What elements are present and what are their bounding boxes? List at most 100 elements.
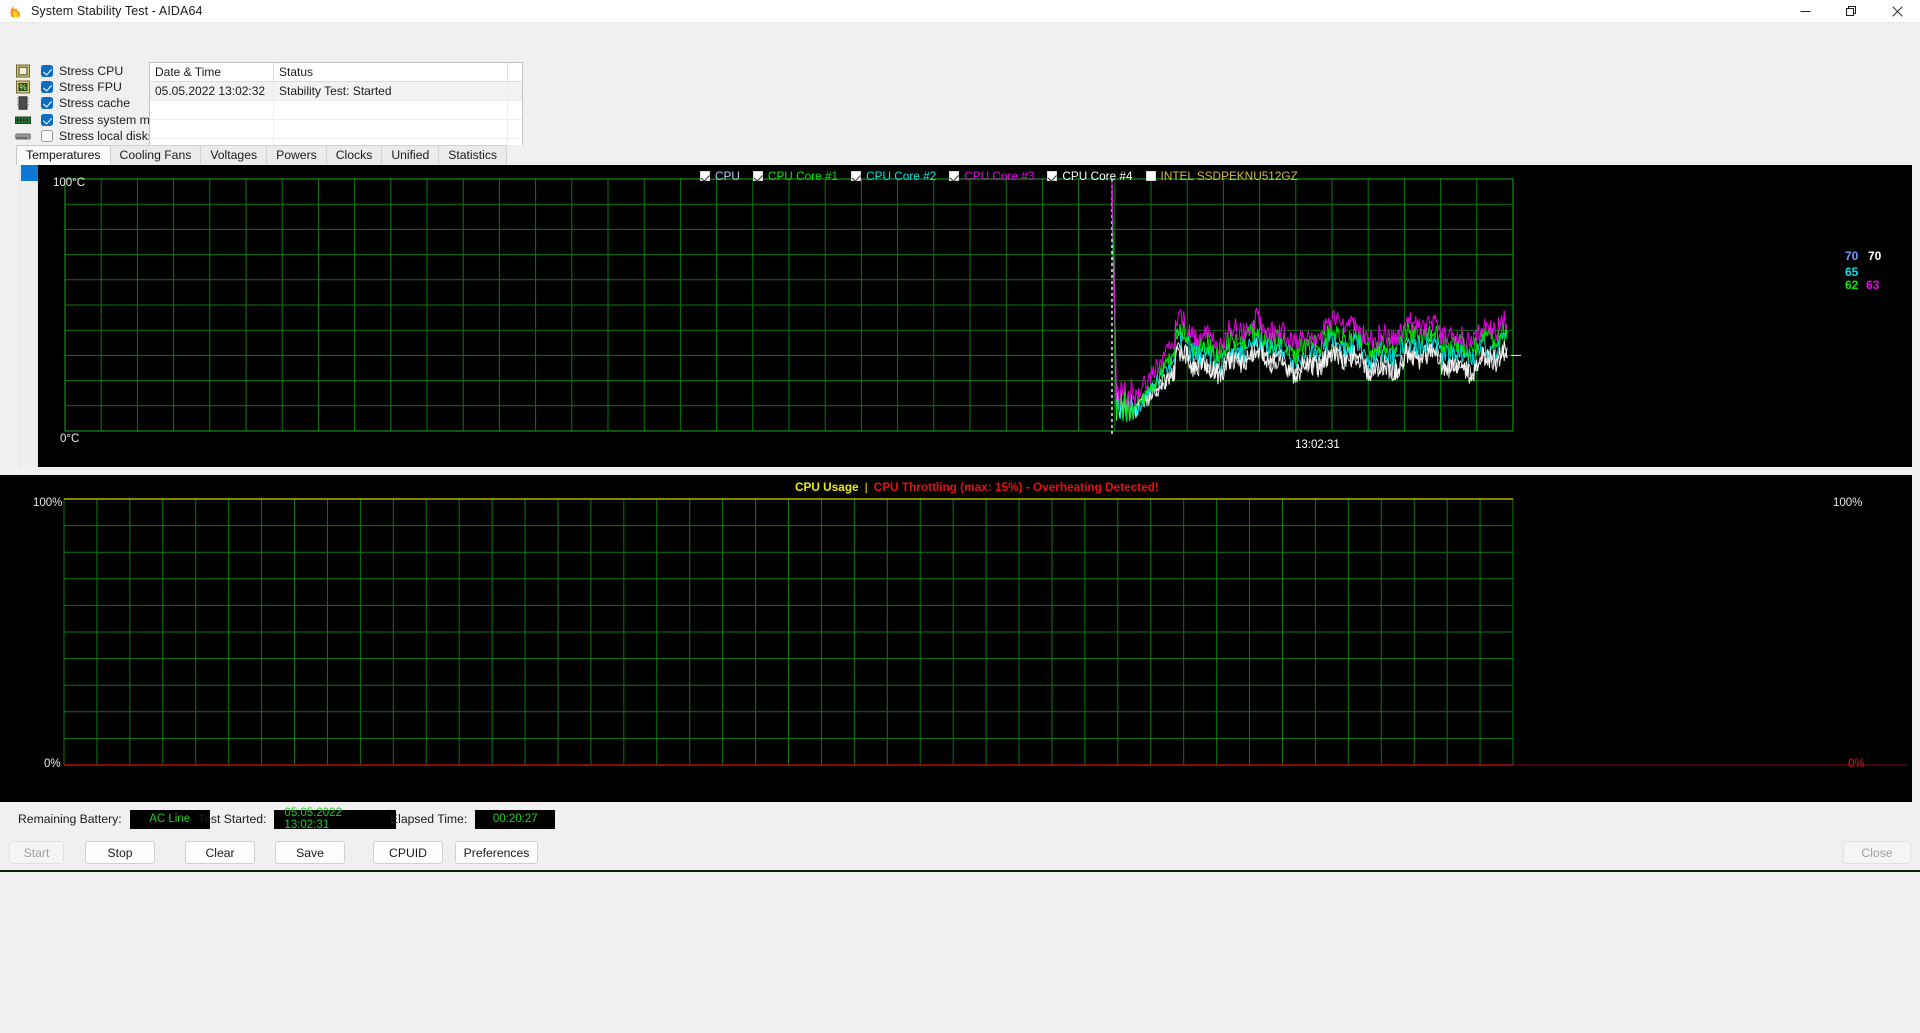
log-datetime-cell [150,101,274,120]
cache-chip-icon [15,96,31,111]
fpu-chip-icon: % [15,80,31,94]
usage-axis-top-right: 100% [1833,497,1863,509]
status-label: Test Started: [198,812,267,826]
legend-label: CPU Core #3 [964,169,1035,183]
log-status-cell [274,101,508,120]
minimize-button[interactable] [1782,0,1828,23]
cpu-usage-chart: CPU Usage | CPU Throttling (max: 15%) - … [0,475,1912,802]
temperature-value-label: 62 [1845,278,1859,292]
legend-label: CPU Core #2 [866,169,937,183]
log-status-cell: Stability Test: Started [274,82,508,101]
stress-option-checkbox[interactable] [41,113,53,126]
stress-option-checkbox[interactable] [41,65,53,78]
stress-option-label: Stress cache [59,96,131,111]
usage-plot-svg [63,498,1908,766]
stress-options-panel: Stress CPU% Stress FPU Stress cache Stress … [0,23,1920,177]
status-bar: Remaining Battery: AC Line Test Started: 05… [0,802,1920,836]
column-header-status: Status [274,63,508,82]
legend-item[interactable]: INTEL SSDPEKNU512GZ [1145,169,1298,183]
legend-checkbox[interactable] [752,171,763,181]
temperature-value-label: 70 [1845,249,1859,263]
legend-item[interactable]: CPU Core #2 [851,169,936,183]
legend-label: CPU Core #4 [1062,169,1133,183]
status-label: Elapsed Time: [390,812,468,826]
restore-button[interactable] [1828,0,1874,23]
temperature-axis-bottom: 0°C [60,433,80,445]
status-value: 00:20:27 [475,809,556,829]
chart-tabs: Temperatures Cooling Fans Voltages Powers Cl… [0,145,1920,165]
log-datetime-cell [150,120,274,139]
window-controls [1782,0,1920,23]
usage-chart-title: CPU Usage | CPU Throttling (max: 15%) - … [795,480,1159,494]
stress-option-checkbox[interactable] [41,81,53,94]
tab-statistics[interactable]: Statistics [438,145,508,165]
table-row[interactable] [150,101,522,120]
close-button[interactable] [1874,0,1920,23]
svg-text:%: % [19,83,26,92]
temperature-chart: CPU CPU Core #1 CPU Core #2 CPU Core #3 CPU … [0,165,1912,467]
table-row[interactable] [150,120,522,139]
stress-option-label: Stress local disks [59,128,154,143]
window-titlebar: System Stability Test - AIDA64 [0,0,1920,23]
legend-checkbox[interactable] [1145,171,1156,181]
close-button: Close [1843,841,1911,864]
legend-checkbox[interactable] [1047,171,1058,181]
legend-item[interactable]: CPU [700,169,740,183]
legend-item[interactable]: CPU Core #4 [1047,169,1133,183]
usage-title-separator: | [864,480,868,494]
usage-axis-top-left: 100% [33,497,63,509]
usage-axis-bottom-right: 0% [1848,758,1865,770]
temperature-value-label: 63 [1866,278,1880,292]
usage-title-text: CPU Usage [795,480,859,494]
table-row[interactable]: 05.05.2022 13:02:32 Stability Test: Start… [150,82,522,101]
legend-item[interactable]: CPU Core #1 [752,169,839,183]
status-value: 05.05.2022 13:02:31 [274,807,397,831]
status-label: Remaining Battery: [18,812,122,826]
legend-checkbox[interactable] [700,171,710,181]
aida64-flame-icon [8,3,24,19]
window-title: System Stability Test - AIDA64 [31,4,203,18]
temperature-time-marker-label: 13:02:31 [1295,439,1340,451]
preferences-button[interactable]: Preferences [455,841,538,864]
table-header: Date & Time Status [150,63,522,82]
legend-label: CPU Core #1 [767,169,839,183]
hard-disk-icon [15,129,31,143]
cpuid-button[interactable]: CPUID [373,841,443,864]
temperature-plot-surface [39,165,1912,467]
tab-voltages[interactable]: Voltages [200,145,268,165]
save-button[interactable]: Save [275,841,345,864]
start-button: Start [9,841,64,864]
usage-plot-surface [19,475,1912,802]
temperature-axis-top: 100°C [53,177,86,189]
cpu-chip-icon [15,64,31,78]
temperature-chart-scrollbar[interactable] [19,165,38,467]
scrollbar-thumb[interactable] [21,165,38,181]
status-item: Test Started: 05.05.2022 13:02:31 [198,807,397,831]
temperature-value-label: 65 [1845,265,1859,279]
temperature-legend: CPU CPU Core #1 CPU Core #2 CPU Core #3 CPU … [700,169,1298,183]
chart-left-gutter [0,165,19,467]
tab-temperatures[interactable]: Temperatures [16,145,111,165]
stress-option-checkbox[interactable] [41,129,53,142]
stop-button[interactable]: Stop [85,841,155,864]
legend-checkbox[interactable] [851,171,862,181]
usage-axis-bottom-left: 0% [44,758,61,770]
clear-button[interactable]: Clear [185,841,255,864]
tab-clocks[interactable]: Clocks [325,145,383,165]
temperature-plot-svg [64,178,1521,435]
button-bar: Start Stop Clear Save CPUID Preferences Close [0,836,1920,872]
log-datetime-cell: 05.05.2022 13:02:32 [150,82,274,101]
legend-item[interactable]: CPU Core #3 [949,169,1034,183]
status-item: Remaining Battery: AC Line [18,809,210,829]
stress-option-label: Stress FPU [59,80,122,95]
charts-divider [0,467,1920,475]
tab-powers[interactable]: Powers [266,145,327,165]
status-item: Elapsed Time: 00:20:27 [390,809,556,829]
tab-cooling-fans[interactable]: Cooling Fans [109,145,202,165]
charts-area: CPU CPU Core #1 CPU Core #2 CPU Core #3 CPU … [0,165,1920,802]
memory-module-icon [15,113,31,127]
legend-checkbox[interactable] [949,171,960,181]
stress-option-checkbox[interactable] [41,97,53,110]
throttling-warning: CPU Throttling (max: 15%) - Overheating … [873,480,1159,494]
tab-unified[interactable]: Unified [381,145,440,165]
